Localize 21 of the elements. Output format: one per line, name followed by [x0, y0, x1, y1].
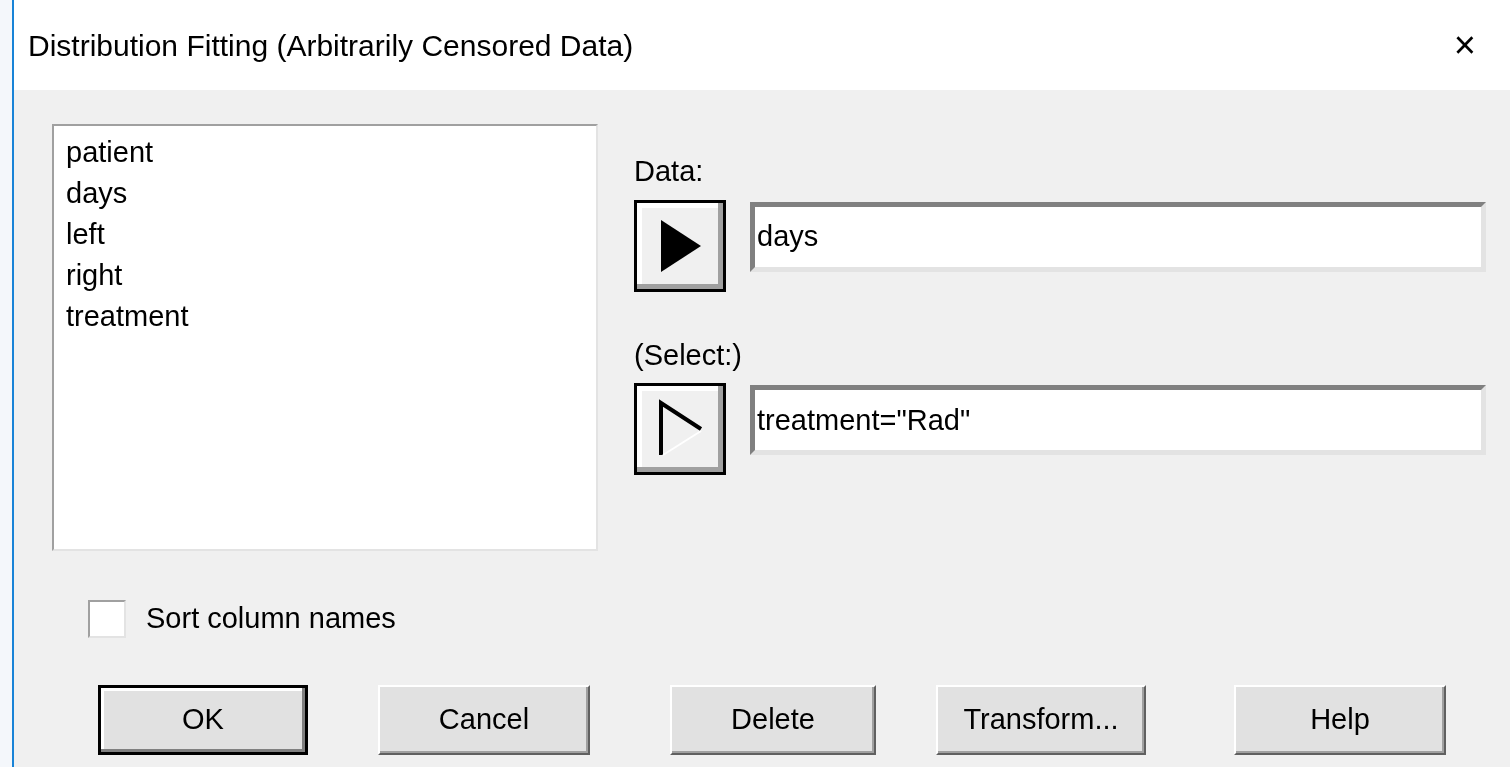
column-list[interactable]: patient days left right treatment [52, 124, 598, 551]
dialog-button[interactable]: Help [1234, 684, 1446, 755]
list-item[interactable]: left [64, 214, 107, 255]
input-field[interactable]: days [750, 201, 1486, 272]
list-item[interactable]: treatment [64, 296, 191, 337]
dialog-button[interactable]: Cancel [378, 684, 590, 755]
arrow-button[interactable] [634, 383, 726, 475]
dialog-button[interactable]: Delete [670, 684, 876, 755]
checkbox-label: Sort column names [146, 601, 396, 636]
arrow-button[interactable] [634, 199, 726, 292]
dialog-button[interactable]: OK [98, 684, 308, 755]
list-item[interactable]: right [64, 255, 125, 296]
window-title: Distribution Fitting (Arbitrarily Censored Data) [28, 27, 634, 64]
input-field[interactable]: treatment="Rad" [750, 385, 1486, 455]
field-label: Data: [634, 154, 704, 189]
list-item[interactable]: days [64, 173, 130, 214]
field-label: (Select:) [634, 337, 742, 373]
list-item[interactable]: patient [64, 132, 156, 173]
close-button[interactable]: × [1445, 26, 1484, 64]
checkbox[interactable] [88, 599, 126, 638]
dialog-button[interactable]: Transform... [936, 684, 1146, 755]
